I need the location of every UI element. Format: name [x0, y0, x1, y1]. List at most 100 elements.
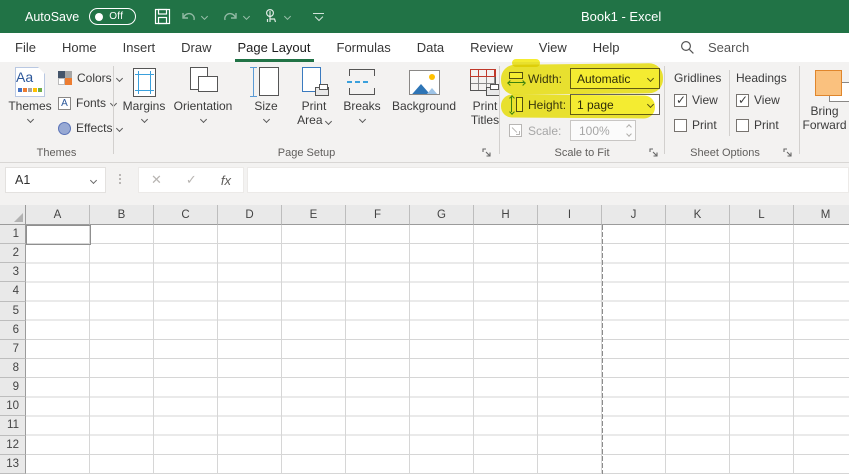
- scale-label: Scale:: [528, 124, 562, 138]
- redo-icon[interactable]: [222, 9, 255, 24]
- page-setup-dialog-launcher-icon[interactable]: [482, 148, 492, 158]
- row-header-1[interactable]: 1: [0, 225, 26, 245]
- row-header-4[interactable]: 4: [0, 282, 26, 302]
- touch-mode-dropdown-icon[interactable]: [284, 12, 292, 21]
- orientation-button-label: Orientation: [173, 99, 233, 113]
- tab-home[interactable]: Home: [50, 33, 109, 62]
- formula-input[interactable]: [247, 167, 849, 193]
- gridlines-view-checkbox-box[interactable]: [674, 93, 687, 107]
- size-chevron-icon: [262, 115, 270, 124]
- gridlines-print-label: Print: [692, 118, 717, 132]
- background-button[interactable]: Background: [386, 65, 462, 113]
- tab-formulas[interactable]: Formulas: [325, 33, 403, 62]
- column-header-e[interactable]: E: [282, 205, 346, 225]
- formula-bar-drag-handle[interactable]: [119, 174, 121, 184]
- gridlines-view-checkbox[interactable]: View: [674, 93, 718, 107]
- headings-print-checkbox-box[interactable]: [736, 118, 749, 132]
- column-header-f[interactable]: F: [346, 205, 410, 225]
- fonts-button-label: Fonts: [76, 96, 107, 110]
- scale-row: Scale:: [500, 120, 561, 142]
- size-button-label: Size: [254, 99, 278, 113]
- print-area-button[interactable]: Print Area: [290, 65, 338, 127]
- tab-help[interactable]: Help: [581, 33, 632, 62]
- column-header-a[interactable]: A: [26, 205, 90, 225]
- sheet-options-dialog-launcher-icon[interactable]: [783, 148, 793, 158]
- name-box-dropdown-icon[interactable]: [89, 176, 98, 184]
- autosave-toggle[interactable]: Off: [89, 8, 137, 25]
- bring-forward-button[interactable]: Bring Forward: [800, 62, 849, 162]
- redo-dropdown-icon[interactable]: [243, 12, 251, 21]
- print-titles-icon: [470, 65, 500, 99]
- select-all-corner[interactable]: [0, 205, 26, 225]
- headings-print-checkbox[interactable]: Print: [736, 118, 779, 132]
- headings-view-checkbox-box[interactable]: [736, 93, 749, 107]
- column-header-m[interactable]: M: [794, 205, 849, 225]
- name-box[interactable]: A1: [5, 167, 106, 193]
- row-header-6[interactable]: 6: [0, 320, 26, 340]
- column-header-j[interactable]: J: [602, 205, 666, 225]
- tab-review[interactable]: Review: [458, 33, 525, 62]
- search-label: Search: [708, 40, 750, 55]
- column-header-g[interactable]: G: [410, 205, 474, 225]
- row-header-8[interactable]: 8: [0, 358, 26, 379]
- insert-function-icon[interactable]: fx: [221, 173, 231, 188]
- customize-qat-icon[interactable]: [313, 12, 325, 22]
- cells-area[interactable]: [26, 225, 849, 474]
- tab-draw[interactable]: Draw: [169, 33, 223, 62]
- search-box[interactable]: Search: [680, 33, 749, 62]
- scale-to-fit-group-caption: Scale to Fit: [554, 147, 610, 159]
- row-header-9[interactable]: 9: [0, 378, 26, 398]
- undo-icon[interactable]: [180, 9, 213, 24]
- margins-button[interactable]: Margins: [118, 65, 170, 124]
- background-icon: [408, 65, 440, 99]
- tab-insert[interactable]: Insert: [111, 33, 168, 62]
- tab-file[interactable]: File: [3, 33, 48, 62]
- row-header-11[interactable]: 11: [0, 416, 26, 436]
- undo-dropdown-icon[interactable]: [201, 12, 209, 21]
- tab-data[interactable]: Data: [405, 33, 456, 62]
- row-header-13[interactable]: 13: [0, 454, 26, 474]
- gridlines-print-checkbox[interactable]: Print: [674, 118, 717, 132]
- tab-page-layout[interactable]: Page Layout: [226, 33, 323, 62]
- row-header-12[interactable]: 12: [0, 435, 26, 455]
- selected-cell-a1[interactable]: [26, 225, 91, 245]
- fonts-button[interactable]: A Fonts: [58, 93, 118, 113]
- column-header-k[interactable]: K: [666, 205, 730, 225]
- scale-to-fit-dialog-launcher-icon[interactable]: [649, 148, 659, 158]
- column-header-i[interactable]: I: [538, 205, 602, 225]
- touch-mouse-mode-icon[interactable]: [264, 8, 296, 25]
- row-header-7[interactable]: 7: [0, 339, 26, 359]
- orientation-button[interactable]: Orientation: [170, 65, 236, 124]
- sheet-options-group: Gridlines Headings View Print View Print…: [665, 62, 799, 162]
- column-header-l[interactable]: L: [730, 205, 794, 225]
- column-header-b[interactable]: B: [90, 205, 154, 225]
- row-header-5[interactable]: 5: [0, 301, 26, 321]
- gridlines-print-checkbox-box[interactable]: [674, 118, 687, 132]
- size-button[interactable]: Size: [244, 65, 288, 124]
- headings-column-header: Headings: [736, 71, 787, 85]
- ribbon: Aa Themes Colors A Fonts Effects Themes …: [0, 62, 849, 163]
- row-header-3[interactable]: 3: [0, 263, 26, 283]
- column-header-d[interactable]: D: [218, 205, 282, 225]
- breaks-button-label: Breaks: [343, 99, 381, 113]
- ribbon-tab-row: File Home Insert Draw Page Layout Formulas Dat…: [0, 33, 849, 62]
- row-header-2[interactable]: 2: [0, 244, 26, 264]
- scale-spinner: 100%: [570, 120, 636, 141]
- row-header-10[interactable]: 10: [0, 397, 26, 417]
- column-header-h[interactable]: H: [474, 205, 538, 225]
- breaks-button[interactable]: Breaks: [340, 65, 384, 124]
- gridlines-column-header: Gridlines: [674, 71, 722, 85]
- save-icon[interactable]: [154, 8, 171, 25]
- tab-view[interactable]: View: [527, 33, 579, 62]
- themes-group: Aa Themes Colors A Fonts Effects Themes: [0, 62, 124, 162]
- headings-view-checkbox[interactable]: View: [736, 93, 780, 107]
- page-setup-group: Margins Orientation Size Print Area Brea…: [114, 62, 500, 162]
- autosave-state: Off: [109, 11, 124, 22]
- print-area-icon: [299, 65, 329, 99]
- cancel-icon[interactable]: ✕: [151, 172, 162, 188]
- enter-icon[interactable]: ✓: [186, 172, 197, 188]
- themes-button-label: Themes: [8, 99, 52, 113]
- themes-button[interactable]: Aa Themes: [4, 65, 56, 124]
- column-header-c[interactable]: C: [154, 205, 218, 225]
- column-headers: ABCDEFGHIJKLM: [26, 205, 849, 225]
